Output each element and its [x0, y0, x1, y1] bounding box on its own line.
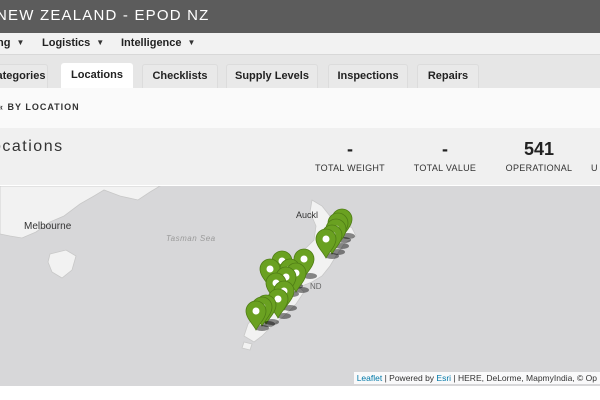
- menu-item-label: Logistics: [42, 37, 91, 49]
- stat-label: TOTAL VALUE: [413, 163, 477, 173]
- stat-label: TOTAL WEIGHT: [315, 163, 385, 173]
- page-footer: [0, 386, 600, 400]
- esri-link[interactable]: Esri: [436, 373, 451, 383]
- stat-label: U: [591, 163, 598, 173]
- tab-bar: ategories Locations Checklists Supply Le…: [0, 55, 600, 88]
- tab-checklists[interactable]: Checklists: [142, 64, 218, 88]
- menu-item-label: Intelligence: [121, 37, 182, 49]
- tab-inspections[interactable]: Inspections: [328, 64, 408, 88]
- stat-value: [591, 138, 600, 160]
- map-label-tasman-sea: Tasman Sea: [166, 234, 216, 243]
- menu-item-partial[interactable]: ng ▼: [0, 37, 24, 49]
- stat-partial: U: [591, 138, 600, 173]
- page-title: ocations: [0, 138, 64, 155]
- tasmania-landmass: [47, 249, 77, 279]
- tab-categories[interactable]: ategories: [0, 64, 48, 88]
- stat-operational: 541 OPERATIONAL: [502, 138, 576, 173]
- map-attribution: Leaflet | Powered by Esri | HERE, DeLorm…: [353, 372, 600, 384]
- map-label-nz: ND: [310, 282, 322, 291]
- summary-bar: ocations - TOTAL WEIGHT - TOTAL VALUE 54…: [0, 128, 600, 185]
- app-title: NEW ZEALAND - EPOD NZ: [0, 7, 210, 24]
- stat-value: -: [442, 139, 448, 159]
- menu-item-intelligence[interactable]: Intelligence ▼: [121, 37, 195, 49]
- chevron-down-icon: ▼: [16, 38, 25, 47]
- attribution-text: | HERE, DeLorme, MapmyIndia, © Op: [451, 373, 597, 383]
- stat-value: 541: [523, 139, 555, 159]
- menu-item-label: ng: [0, 37, 11, 49]
- stat-total-value: - TOTAL VALUE: [410, 138, 480, 173]
- stewart-island-landmass: [241, 341, 253, 351]
- main-menu: ng ▼ Logistics ▼ Intelligence ▼: [0, 33, 600, 55]
- tab-repairs[interactable]: Repairs: [417, 64, 479, 88]
- stat-value: -: [347, 139, 353, 159]
- breadcrumb: « BY LOCATION: [0, 88, 600, 128]
- locations-map[interactable]: Melbourne Tasman Sea Auckl ND Leaflet | …: [0, 186, 600, 386]
- chevron-down-icon: ▼: [96, 38, 105, 47]
- chevron-down-icon: ▼: [187, 38, 196, 47]
- marker-layer: [245, 208, 355, 331]
- map-label-melbourne: Melbourne: [24, 221, 72, 232]
- tab-supply-levels[interactable]: Supply Levels: [226, 64, 318, 88]
- app-header: NEW ZEALAND - EPOD NZ: [0, 0, 600, 33]
- stat-total-weight: - TOTAL WEIGHT: [314, 138, 386, 173]
- tab-locations[interactable]: Locations: [61, 63, 133, 88]
- breadcrumb-text[interactable]: « BY LOCATION: [0, 102, 80, 112]
- leaflet-link[interactable]: Leaflet: [357, 373, 383, 383]
- map-label-auckland: Auckl: [296, 210, 319, 220]
- attribution-text: | Powered by: [382, 373, 437, 383]
- stat-label: OPERATIONAL: [505, 163, 573, 173]
- menu-item-logistics[interactable]: Logistics ▼: [42, 37, 104, 49]
